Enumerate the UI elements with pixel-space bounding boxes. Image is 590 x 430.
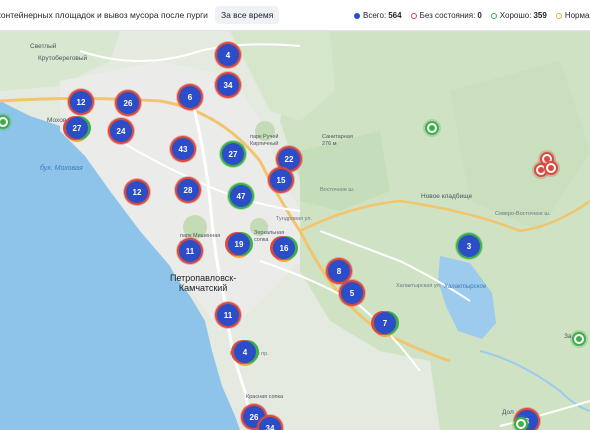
marker-dot-icon <box>576 336 582 342</box>
map-marker-no-status[interactable] <box>544 161 558 175</box>
label-khalaktyrskoe: Халактырское <box>444 284 487 290</box>
map-cluster[interactable]: 16 <box>273 237 295 259</box>
stat-good[interactable]: Хорошо: 359 <box>490 11 547 20</box>
map-cluster[interactable]: 27 <box>222 143 244 165</box>
map-cluster[interactable]: 27 <box>66 117 88 139</box>
period-filter-button[interactable]: За все время <box>214 6 280 24</box>
status-legend: Всего: 564 Без состояния: 0 Хорошо: 359 … <box>354 0 590 31</box>
map-cluster[interactable]: 24 <box>110 120 132 142</box>
map-cluster[interactable]: 34 <box>217 74 239 96</box>
map-cluster[interactable]: 26 <box>117 92 139 114</box>
map-cluster[interactable]: 12 <box>70 91 92 113</box>
total-dot-icon <box>354 12 360 19</box>
stat-normal-label: Нормаль <box>564 11 590 20</box>
map-cluster[interactable]: 4 <box>234 341 256 363</box>
map-cluster[interactable]: 6 <box>179 86 201 108</box>
normal-dot-icon <box>555 12 562 19</box>
no-status-dot-icon <box>410 12 417 19</box>
map-cluster[interactable]: 3 <box>458 235 480 257</box>
stat-good-value: 359 <box>533 11 547 20</box>
label-krutoberegovy: Крутобереговый <box>38 55 88 62</box>
map-cluster[interactable]: 11 <box>217 304 239 326</box>
page-title: контейнерных площадок и вывоз мусора пос… <box>0 10 208 20</box>
good-dot-icon <box>490 12 497 19</box>
map-marker-good[interactable] <box>514 417 528 430</box>
stat-normal[interactable]: Нормаль <box>555 11 590 20</box>
map-cluster[interactable]: 8 <box>328 260 350 282</box>
header-bar: контейнерных площадок и вывоз мусора пос… <box>0 0 590 31</box>
label-vostochnoe: Восточное ш. <box>320 187 355 193</box>
label-park-ruchei: парк Ручей Кирпичный <box>250 134 279 147</box>
label-tundrovaya: Тундровая ул. <box>276 216 312 222</box>
label-za: За <box>564 333 572 340</box>
stat-no-status-value: 0 <box>477 11 482 20</box>
label-bukhta: бух. Моховая <box>40 165 83 172</box>
map-cluster[interactable]: 28 <box>177 179 199 201</box>
marker-dot-icon <box>429 125 435 131</box>
marker-dot-icon <box>548 165 554 171</box>
stat-no-status[interactable]: Без состояния: 0 <box>410 11 482 20</box>
map-cluster[interactable]: 12 <box>126 181 148 203</box>
map-cluster[interactable]: 43 <box>172 138 194 160</box>
label-dol: Дол <box>502 409 514 416</box>
map-cluster[interactable]: 15 <box>270 169 292 191</box>
stat-good-label: Хорошо: <box>499 11 532 20</box>
map-cluster[interactable]: 19 <box>228 233 250 255</box>
stat-total[interactable]: Всего: 564 <box>354 11 402 20</box>
map-cluster[interactable]: 11 <box>179 240 201 262</box>
map-background <box>0 31 590 430</box>
map-cluster[interactable]: 5 <box>341 282 363 304</box>
map-cluster[interactable]: 7 <box>374 312 396 334</box>
label-severo-vostochnoe: Северо-Восточное ш. <box>495 211 551 217</box>
map-cluster[interactable]: 22 <box>278 148 300 170</box>
label-sanitary: Санитарная 276 м <box>322 134 353 147</box>
label-khalaktyrskaya: Халактырская ул. <box>396 283 442 289</box>
map-cluster[interactable]: 47 <box>230 185 252 207</box>
marker-dot-icon <box>0 119 6 125</box>
stat-total-label: Всего: <box>363 11 387 20</box>
map-cluster[interactable]: 4 <box>217 44 239 66</box>
label-krasnaya: Красная сопка <box>246 394 284 400</box>
city-label: Петропавловск- Камчатский <box>170 273 237 293</box>
stat-total-value: 564 <box>388 11 402 20</box>
label-mokhovaya: Мохов <box>47 117 67 124</box>
map-marker-good[interactable] <box>425 121 439 135</box>
label-svetly: Светлый <box>30 43 57 50</box>
label-kladbishche: Новое кладбище <box>421 193 473 200</box>
map-marker-good[interactable] <box>572 332 586 346</box>
stat-no-status-label: Без состояния: <box>419 11 476 20</box>
marker-dot-icon <box>518 421 524 427</box>
map-view[interactable]: Светлый Крутобереговый Мохов бух. Мохова… <box>0 31 590 430</box>
